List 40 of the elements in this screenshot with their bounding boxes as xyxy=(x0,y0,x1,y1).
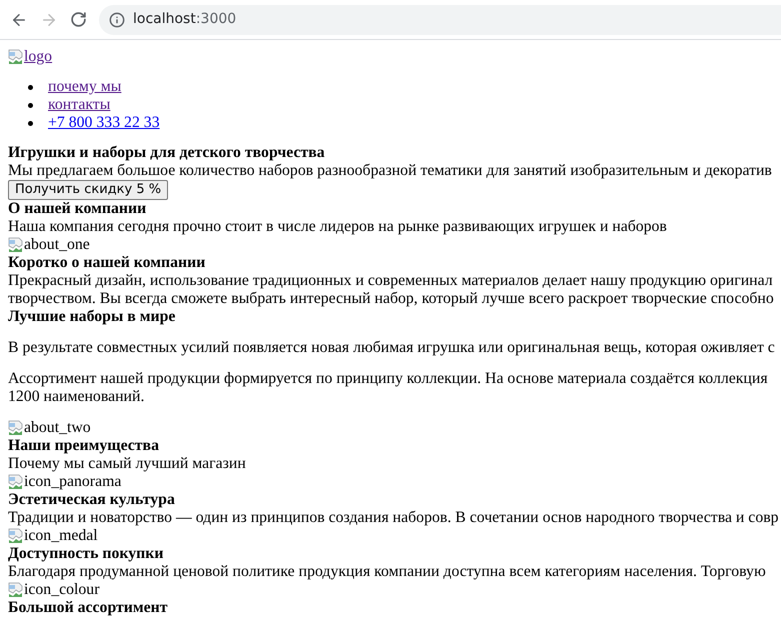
broken-image-icon xyxy=(8,420,24,436)
section-heading: Доступность покупки xyxy=(8,545,164,563)
image-alt-text: about_one xyxy=(24,236,90,254)
section-heading: Коротко о нашей компании xyxy=(8,254,206,272)
paragraph: В результате совместных усилий появляется новая любимая игрушка или оригинальная вещь, которая оживляет с xyxy=(8,339,775,357)
reload-button[interactable] xyxy=(70,11,87,28)
paragraph: Ассортимент нашей продукции формируется по принципу коллекции. На основе материала создаётся коллекция 1200 наименований. xyxy=(8,370,768,406)
section-heading: Большой ассортимент xyxy=(8,599,168,617)
section-heading: Игрушки и наборы для детского творчества xyxy=(8,144,325,162)
broken-image-icon xyxy=(8,528,24,544)
body-text: Почему мы самый лучший магазин xyxy=(8,455,246,473)
address-bar[interactable]: localhost:3000 xyxy=(99,4,781,34)
image-alt-text: about_two xyxy=(24,419,91,437)
address-url: localhost:3000 xyxy=(133,10,236,29)
bullet-icon xyxy=(28,120,33,126)
body-text: Традиции и новаторство — один из принципов создания наборов. В сочетании основ народного творчества и совр xyxy=(8,509,779,527)
body-text: Благодаря продуманной ценовой политике продукция компании доступна всем категориям населения. Торговую xyxy=(8,563,766,581)
broken-image-icon xyxy=(8,582,24,598)
info-icon xyxy=(109,12,125,28)
section-heading: Эстетическая культура xyxy=(8,491,175,509)
body-text: Наша компания сегодня прочно стоит в числе лидеров на рынке развивающих игрушек и наборов xyxy=(8,218,667,236)
section-heading: Наши преимущества xyxy=(8,437,159,455)
bullet-icon xyxy=(28,84,33,90)
nav-link[interactable]: контакты xyxy=(48,96,110,114)
discount-button[interactable]: Получить скидку 5 % xyxy=(8,180,168,200)
broken-image-icon xyxy=(8,474,24,490)
logo-link[interactable]: logo xyxy=(8,48,52,66)
broken-image-icon xyxy=(8,49,24,65)
body-text: творчеством. Вы всегда сможете выбрать интересный набор, который лучше всего раскроет творческие способно xyxy=(8,290,774,308)
image-alt-text: icon_colour xyxy=(24,581,100,599)
nav-link[interactable]: +7 800 333 22 33 xyxy=(48,114,160,132)
broken-image-icon xyxy=(8,237,24,253)
nav-link[interactable]: почему мы xyxy=(48,78,122,96)
section-heading: Лучшие наборы в мире xyxy=(8,308,176,326)
body-text: Прекрасный дизайн, использование традиционных и современных материалов делает нашу продукцию оригинал xyxy=(8,272,773,290)
bullet-icon xyxy=(28,102,33,108)
image-alt-text: icon_panorama xyxy=(24,473,122,491)
body-text: Мы предлагаем большое количество наборов разнообразной тематики для занятий изобразительным и декоратив xyxy=(8,162,772,180)
section-heading: О нашей компании xyxy=(8,200,146,218)
image-alt-text: icon_medal xyxy=(24,527,98,545)
